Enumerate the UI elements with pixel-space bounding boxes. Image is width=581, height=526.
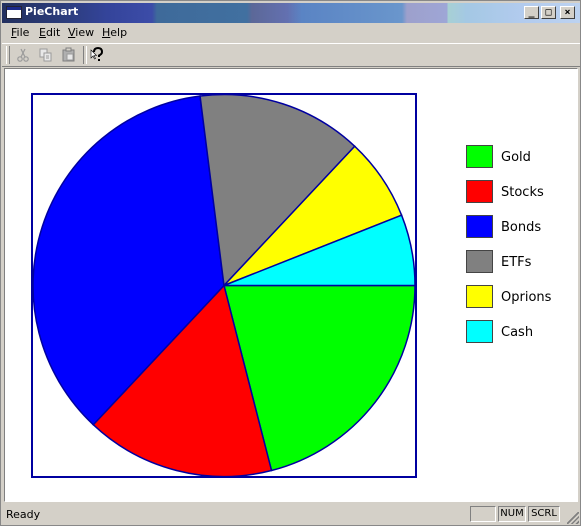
legend-label: Cash: [501, 325, 534, 340]
chart-view[interactable]: Gold Stocks Bonds ETFs Oprions Cash: [4, 68, 578, 502]
menu-view[interactable]: View: [66, 26, 96, 39]
menu-edit[interactable]: Edit: [37, 26, 62, 39]
menu-file[interactable]: File: [9, 26, 31, 39]
context-help-icon: [90, 46, 104, 61]
copy-icon: [39, 48, 52, 62]
legend-item: ETFs: [466, 250, 576, 276]
legend-swatch: [466, 320, 493, 343]
legend-label: ETFs: [501, 255, 532, 270]
context-help-button[interactable]: [88, 46, 108, 64]
toolbar-grip[interactable]: [6, 46, 10, 64]
copy-button[interactable]: [36, 46, 56, 64]
cut-button[interactable]: [13, 46, 33, 64]
toolbar: [2, 43, 580, 67]
status-bar: Ready NUM SCRL: [2, 504, 580, 525]
legend-item: Stocks: [466, 180, 576, 206]
menu-file-label: ile: [16, 26, 30, 39]
legend-swatch: [466, 285, 493, 308]
app-window: PieChart _ □ × File Edit View Help Gold …: [0, 0, 581, 526]
menu-help[interactable]: Help: [100, 26, 129, 39]
title-bar[interactable]: PieChart _ □ ×: [2, 3, 580, 23]
status-pane-caps: [470, 506, 496, 522]
legend-label: Stocks: [501, 185, 544, 200]
legend-label: Gold: [501, 150, 531, 165]
menu-help-label: elp: [110, 26, 128, 39]
paste-icon: [62, 47, 75, 62]
legend-swatch: [466, 250, 493, 273]
legend-swatch: [466, 215, 493, 238]
resize-grip[interactable]: [567, 512, 579, 524]
minimize-button[interactable]: _: [524, 6, 539, 19]
status-pane-scrl: SCRL: [528, 506, 560, 522]
maximize-button[interactable]: □: [541, 6, 556, 19]
legend-label: Oprions: [501, 290, 552, 305]
menu-edit-label: dit: [45, 26, 61, 39]
status-pane-num: NUM: [498, 506, 526, 522]
legend-swatch: [466, 180, 493, 203]
toolbar-separator: [83, 46, 87, 64]
legend-item: Cash: [466, 320, 576, 346]
window-title: PieChart: [25, 5, 79, 18]
close-button[interactable]: ×: [560, 6, 575, 19]
status-text: Ready: [6, 508, 41, 521]
legend-label: Bonds: [501, 220, 542, 235]
menu-view-label: iew: [75, 26, 95, 39]
paste-button[interactable]: [59, 46, 79, 64]
legend-swatch: [466, 145, 493, 168]
legend-item: Bonds: [466, 215, 576, 241]
legend-item: Gold: [466, 145, 576, 171]
legend-item: Oprions: [466, 285, 576, 311]
app-icon[interactable]: [6, 6, 22, 19]
scissors-icon: [17, 48, 29, 62]
menu-edit-accel: E: [39, 26, 46, 39]
menu-bar: File Edit View Help: [2, 24, 580, 42]
